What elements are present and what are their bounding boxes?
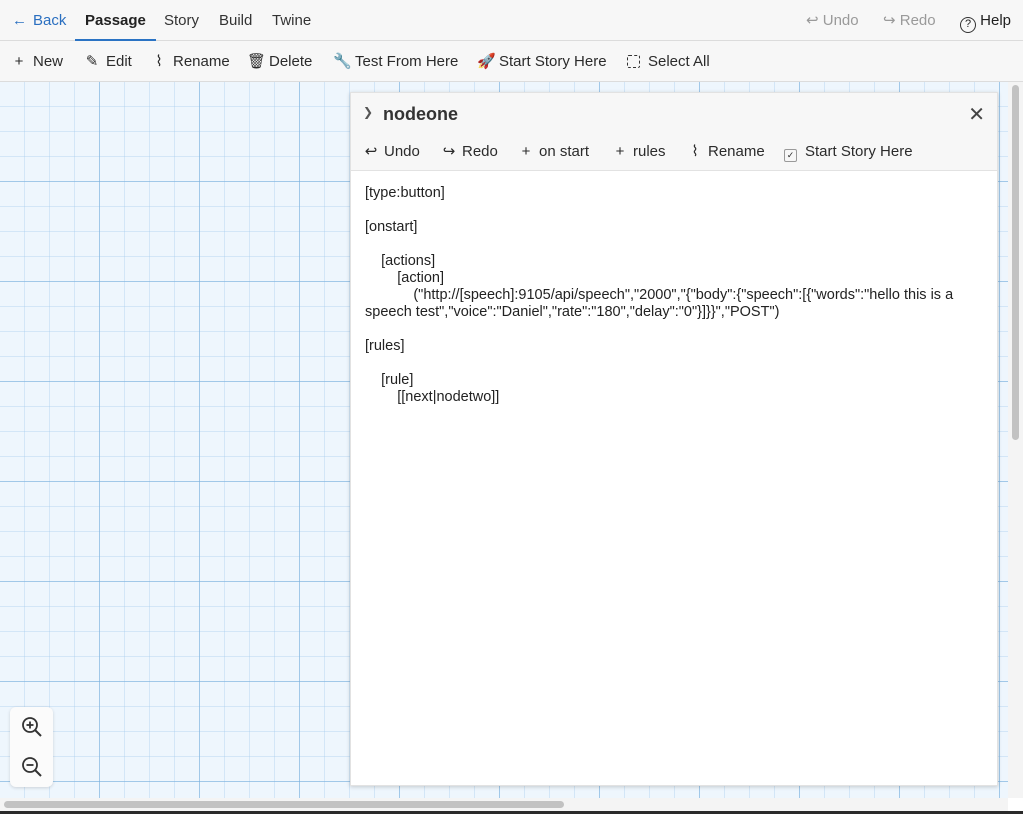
- dialog-header: ❯ nodeone ✕ ↩ Undo ↪ Redo + on start + rules…: [351, 93, 997, 171]
- text-line: [action]: [365, 270, 444, 286]
- edit-icon: ✎: [85, 53, 99, 70]
- start-label: Start Story Here: [499, 53, 607, 70]
- edit-label: Edit: [106, 53, 132, 70]
- start-story-here-button[interactable]: 🚀 Start Story Here: [477, 41, 607, 82]
- vertical-scroll-thumb[interactable]: [1012, 85, 1019, 440]
- tab-label: Twine: [272, 12, 312, 29]
- test-label: Test From Here: [355, 53, 459, 70]
- edit-button[interactable]: ✎ Edit: [84, 41, 132, 82]
- redo-label: Redo: [899, 12, 936, 29]
- delete-button[interactable]: 🗑 Delete: [247, 41, 312, 82]
- new-button[interactable]: + New: [11, 41, 63, 82]
- back-button[interactable]: ← Back: [12, 0, 66, 41]
- text-line: [rule]: [365, 372, 414, 388]
- horizontal-scroll-thumb[interactable]: [4, 801, 564, 808]
- undo-icon: ↩: [806, 12, 819, 29]
- wrench-icon: 🔧: [333, 53, 352, 70]
- tab-build[interactable]: Build: [219, 0, 252, 41]
- on-start-button[interactable]: + on start: [518, 137, 589, 167]
- text-line: ("http://[speech]:9105/api/speech","2000…: [365, 287, 958, 320]
- vertical-scrollbar[interactable]: [1008, 82, 1023, 798]
- plus-icon: +: [615, 143, 625, 160]
- tab-passage[interactable]: Passage: [75, 0, 156, 41]
- rename-label: Rename: [173, 53, 230, 70]
- text-line: [actions]: [365, 253, 436, 269]
- checkbox-icon: ✓: [784, 149, 797, 162]
- select-all-button[interactable]: Select All: [627, 41, 710, 82]
- text-line: [[next|nodetwo]]: [365, 389, 500, 405]
- dialog-undo-button[interactable]: ↩ Undo: [363, 137, 420, 167]
- trash-icon: 🗑: [247, 53, 267, 70]
- plus-icon: +: [521, 143, 531, 160]
- test-from-here-button[interactable]: 🔧 Test From Here: [333, 41, 458, 82]
- passage-toolbar: + New ✎ Edit ⌇ Rename 🗑 Delete 🔧 Test From He…: [0, 41, 1023, 82]
- dialog-rename-button[interactable]: ⌇ Rename: [687, 137, 765, 167]
- dialog-start-label: Start Story Here: [805, 143, 913, 160]
- tab-label: Passage: [85, 12, 146, 29]
- collapse-chevron-icon[interactable]: ❯: [363, 105, 373, 119]
- horizontal-scrollbar[interactable]: [0, 798, 1008, 811]
- rules-button[interactable]: + rules: [612, 137, 666, 167]
- plus-icon: +: [14, 53, 24, 70]
- top-bar: ← Back Passage Story Build Twine ↩ Undo ↪…: [0, 0, 1023, 41]
- help-icon: ?: [960, 17, 976, 33]
- dialog-redo-label: Redo: [462, 143, 498, 160]
- text-line: [rules]: [365, 338, 405, 354]
- undo-icon: ↩: [364, 143, 378, 160]
- text-line: [onstart]: [365, 219, 418, 235]
- dialog-rename-label: Rename: [708, 143, 765, 160]
- passage-text-editor[interactable]: [type:button] [onstart] [actions] [actio…: [365, 185, 983, 406]
- tab-label: Build: [219, 12, 253, 29]
- redo-icon: ↪: [883, 12, 896, 29]
- zoom-out-icon: [21, 757, 42, 777]
- rules-label: rules: [633, 143, 666, 160]
- help-button[interactable]: ? Help: [960, 0, 1011, 41]
- tab-label: Story: [164, 12, 200, 29]
- rename-button[interactable]: ⌇ Rename: [151, 41, 230, 82]
- arrow-left-icon: ←: [12, 12, 27, 29]
- undo-button[interactable]: ↩ Undo: [806, 0, 859, 41]
- delete-label: Delete: [269, 53, 313, 70]
- dialog-start-story-here-button[interactable]: ✓ Start Story Here: [784, 137, 913, 167]
- select-all-label: Select All: [648, 53, 710, 70]
- zoom-in-button[interactable]: [10, 707, 53, 747]
- rocket-icon: 🚀: [477, 53, 496, 70]
- dialog-undo-label: Undo: [384, 143, 420, 160]
- rename-icon: ⌇: [691, 143, 699, 160]
- tab-twine[interactable]: Twine: [272, 0, 311, 41]
- zoom-in-icon: [21, 717, 42, 737]
- select-all-icon: [627, 55, 640, 68]
- on-start-label: on start: [539, 143, 590, 160]
- text-line: [365, 236, 983, 253]
- dialog-redo-button[interactable]: ↪ Redo: [441, 137, 498, 167]
- zoom-controls: [10, 707, 53, 787]
- text-line: [365, 202, 983, 219]
- passage-edit-dialog: ❯ nodeone ✕ ↩ Undo ↪ Redo + on start + rules…: [350, 92, 998, 786]
- redo-icon: ↪: [442, 143, 456, 160]
- undo-label: Undo: [822, 12, 859, 29]
- close-icon[interactable]: ✕: [968, 102, 985, 127]
- back-label: Back: [33, 12, 67, 29]
- text-line: [type:button]: [365, 185, 445, 201]
- tab-story[interactable]: Story: [164, 0, 199, 41]
- text-line: [365, 321, 983, 338]
- new-label: New: [33, 53, 64, 70]
- redo-button[interactable]: ↪ Redo: [883, 0, 936, 41]
- text-line: [365, 355, 983, 372]
- zoom-out-button[interactable]: [10, 747, 53, 787]
- rename-icon: ⌇: [155, 53, 163, 70]
- dialog-title: nodeone: [383, 104, 458, 124]
- help-label: Help: [980, 12, 1012, 29]
